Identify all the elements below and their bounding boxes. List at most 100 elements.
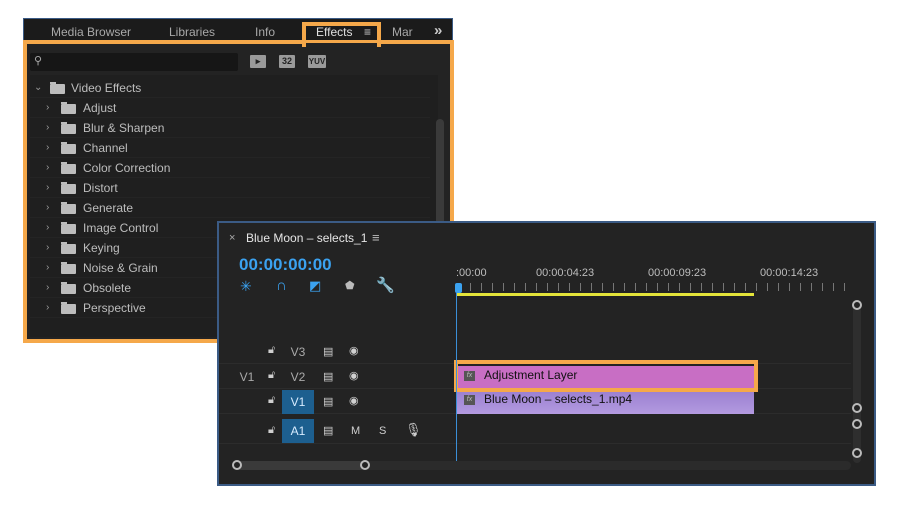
clip-name: Blue Moon – selects_1.mp4 <box>484 392 633 406</box>
lock-icon[interactable]: 🔓︎ <box>268 424 275 437</box>
tab-effects[interactable]: Effects <box>316 25 352 39</box>
tab-joint <box>306 43 377 49</box>
chevron-right-icon[interactable]: › <box>46 178 49 198</box>
folder-icon <box>61 182 76 194</box>
sequence-title[interactable]: Blue Moon – selects_1 <box>246 231 367 245</box>
sync-lock-icon[interactable]: ▤ <box>323 395 333 408</box>
track-a1-toggle[interactable]: A1 <box>282 419 314 443</box>
tree-item-label: Obsolete <box>83 281 132 295</box>
close-icon[interactable]: × <box>229 232 235 244</box>
chevron-right-icon[interactable]: › <box>46 98 49 118</box>
yuv-effects-icon[interactable]: YUV <box>308 55 326 68</box>
folder-icon <box>61 262 76 274</box>
vertical-scrollbar[interactable] <box>853 301 861 463</box>
clip-adjustment-layer[interactable]: fx Adjustment Layer <box>456 366 754 388</box>
tab-markers[interactable]: Mar <box>392 25 413 39</box>
panel-menu-icon[interactable]: ≡ <box>372 230 380 245</box>
clip-blue-moon[interactable]: fx Blue Moon – selects_1.mp4 <box>456 390 754 414</box>
tab-media-browser[interactable]: Media Browser <box>51 25 131 39</box>
tree-item[interactable]: › Color Correction <box>30 158 430 178</box>
playhead-handle[interactable] <box>455 283 462 293</box>
lock-icon[interactable]: 🔓︎ <box>268 344 275 357</box>
source-patch-v1[interactable]: V1 <box>231 365 263 389</box>
folder-icon <box>61 242 76 254</box>
lock-icon[interactable]: 🔓︎ <box>268 369 275 382</box>
chevron-right-icon[interactable]: › <box>46 258 49 278</box>
chevron-down-icon[interactable]: ⌄ <box>34 78 42 98</box>
snap-magnet-icon[interactable]: ∩ <box>276 277 287 294</box>
sync-lock-icon[interactable]: ▤ <box>323 345 333 358</box>
track-v3: 🔓︎ V3 ▤ ◉ <box>219 340 851 364</box>
folder-icon <box>61 122 76 134</box>
microphone-icon[interactable]: 🎙︎ <box>405 422 422 438</box>
lock-icon[interactable]: 🔓︎ <box>268 394 275 407</box>
tree-item-label: Adjust <box>83 101 117 115</box>
tree-item[interactable]: › Blur & Sharpen <box>30 118 430 138</box>
chevron-right-icon[interactable]: › <box>46 198 49 218</box>
tree-item[interactable]: › Generate <box>30 198 430 218</box>
linked-selection-icon[interactable]: ◩ <box>309 278 321 294</box>
tab-info[interactable]: Info <box>255 25 275 39</box>
zoom-scroll-thumb[interactable] <box>235 461 365 470</box>
track-v1-toggle[interactable]: V1 <box>282 390 314 414</box>
panel-menu-icon[interactable]: ≡ <box>364 25 371 39</box>
tab-libraries[interactable]: Libraries <box>169 25 215 39</box>
scroll-handle[interactable] <box>852 300 862 310</box>
accelerated-effects-icon[interactable]: ▸ <box>250 55 266 68</box>
zoom-handle-left[interactable] <box>232 460 242 470</box>
tree-item-label: Perspective <box>83 301 146 315</box>
chevron-right-icon[interactable]: › <box>46 298 49 318</box>
tree-item-video-effects[interactable]: ⌄ Video Effects <box>30 78 430 98</box>
nest-toggle-icon[interactable]: ✳ <box>240 278 252 295</box>
eye-icon[interactable]: ◉ <box>349 394 359 407</box>
chevron-right-icon[interactable]: › <box>46 238 49 258</box>
eye-icon[interactable]: ◉ <box>349 369 359 382</box>
ruler-label: 00:00:04:23 <box>536 267 595 279</box>
scroll-handle[interactable] <box>852 448 862 458</box>
eye-icon[interactable]: ◉ <box>349 344 359 357</box>
time-ruler[interactable] <box>459 283 849 291</box>
scroll-handle[interactable] <box>852 403 862 413</box>
folder-icon <box>61 282 76 294</box>
chevron-right-icon[interactable]: › <box>46 138 49 158</box>
tree-item-label: Blur & Sharpen <box>83 121 165 135</box>
fx-badge-icon: fx <box>464 395 475 405</box>
folder-icon <box>61 222 76 234</box>
chevron-right-icon[interactable]: › <box>46 158 49 178</box>
ruler-label: :00:00 <box>456 267 487 279</box>
search-input[interactable]: ⚲ <box>30 53 238 71</box>
tree-item-label: Color Correction <box>83 161 171 175</box>
tree-item[interactable]: › Distort <box>30 178 430 198</box>
add-marker-icon[interactable]: ⬟ <box>345 279 355 292</box>
work-area-bar[interactable] <box>456 293 754 296</box>
wrench-icon[interactable]: 🔧 <box>376 276 395 294</box>
sync-lock-icon[interactable]: ▤ <box>323 424 333 437</box>
tree-item[interactable]: › Channel <box>30 138 430 158</box>
overflow-icon[interactable]: » <box>434 22 442 39</box>
playhead-line[interactable] <box>456 293 457 461</box>
timecode[interactable]: 00:00:00:00 <box>239 255 332 275</box>
tree-item-label: Distort <box>83 181 118 195</box>
scroll-handle[interactable] <box>852 419 862 429</box>
tree-item[interactable]: › Adjust <box>30 98 430 118</box>
track-v3-toggle[interactable]: V3 <box>282 340 314 364</box>
mute-button[interactable]: M <box>351 425 360 437</box>
tree-item-label: Noise & Grain <box>83 261 158 275</box>
zoom-handle-right[interactable] <box>360 460 370 470</box>
fx-badge-icon: fx <box>464 371 475 381</box>
solo-button[interactable]: S <box>379 425 386 437</box>
chevron-right-icon[interactable]: › <box>46 218 49 238</box>
folder-icon <box>61 102 76 114</box>
ruler-label: 00:00:09:23 <box>648 267 707 279</box>
folder-icon <box>61 142 76 154</box>
chevron-right-icon[interactable]: › <box>46 278 49 298</box>
track-v2-toggle[interactable]: V2 <box>282 365 314 389</box>
32bit-effects-icon[interactable]: 32 <box>279 55 295 68</box>
folder-icon <box>61 302 76 314</box>
chevron-right-icon[interactable]: › <box>46 118 49 138</box>
tree-item-label: Keying <box>83 241 120 255</box>
sync-lock-icon[interactable]: ▤ <box>323 370 333 383</box>
folder-icon <box>61 162 76 174</box>
folder-icon <box>50 82 65 94</box>
ruler-label: 00:00:14:23 <box>760 267 819 279</box>
